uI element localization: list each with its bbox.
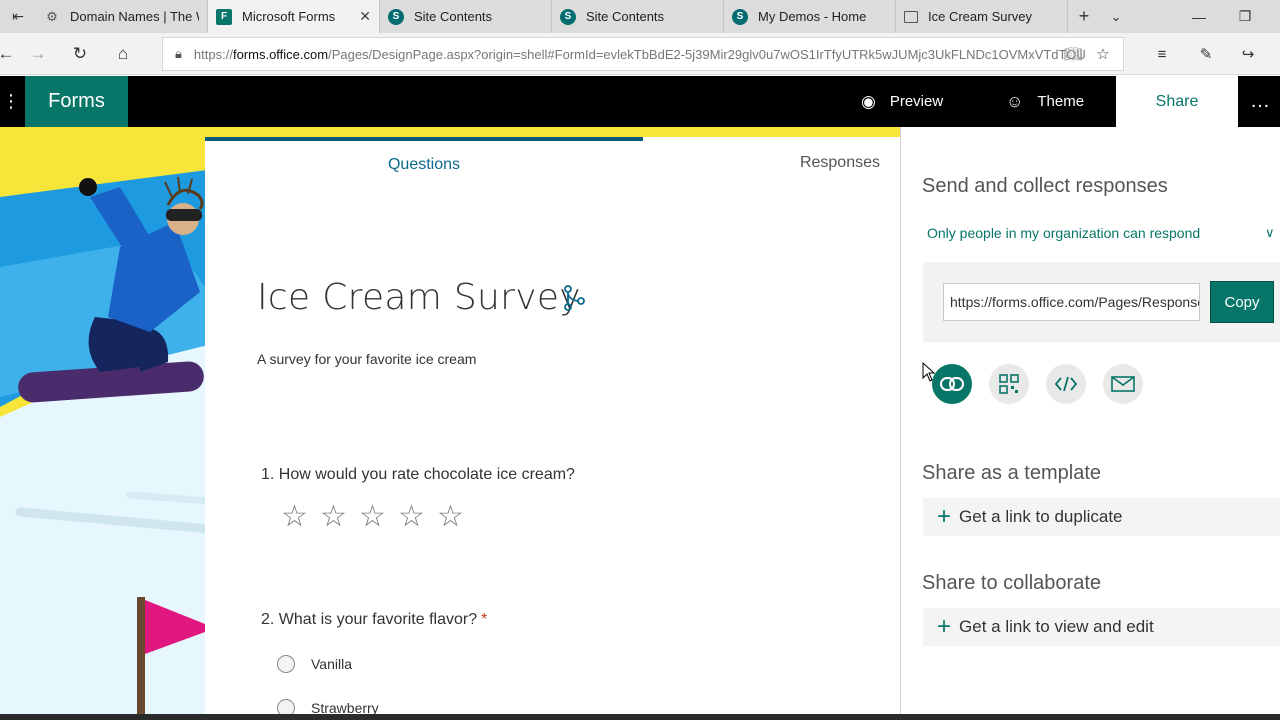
taskbar-strip xyxy=(0,714,1280,720)
share-panel: Send and collect responses Only people i… xyxy=(900,127,1280,720)
url-field[interactable]: 🔒︎ https://forms.office.com/Pages/Design… xyxy=(162,37,1124,71)
sharepoint-icon: S xyxy=(388,8,404,25)
browser-tab-bar: ⇤ ⚙ Domain Names | The W F Microsoft For… xyxy=(0,0,1280,33)
share-browser-icon[interactable]: ↪ xyxy=(1235,41,1261,67)
forward-icon[interactable]: → xyxy=(22,39,54,69)
chevron-down-icon[interactable]: ∨ xyxy=(1265,225,1275,241)
qr-code-icon[interactable] xyxy=(989,364,1029,404)
form-description[interactable]: A survey for your favorite ice cream xyxy=(257,351,476,367)
tab-label: Domain Names | The W xyxy=(70,9,199,24)
minimize-icon[interactable]: — xyxy=(1176,0,1222,33)
radio-button[interactable] xyxy=(277,655,295,673)
forms-brand[interactable]: Forms xyxy=(25,76,128,127)
branching-icon[interactable] xyxy=(562,285,586,311)
star-icon[interactable]: ☆ xyxy=(359,502,398,532)
plus-icon: + xyxy=(937,503,952,530)
favorites-hub-icon[interactable]: ≡ xyxy=(1149,41,1175,67)
duplicate-link-label: Get a link to duplicate xyxy=(959,507,1123,526)
tab-label: Ice Cream Survey xyxy=(928,9,1033,24)
tab-label: Site Contents xyxy=(586,9,665,24)
theme-label: Theme xyxy=(1037,93,1085,110)
star-icon[interactable]: ☆ xyxy=(398,502,437,532)
address-bar: ← → ↻ ⌂ 🔒︎ https://forms.office.com/Page… xyxy=(0,33,1280,75)
more-options-icon[interactable]: … xyxy=(1240,76,1280,127)
tab-responses[interactable]: Responses xyxy=(643,137,900,188)
tab-label: My Demos - Home xyxy=(758,9,867,24)
tab-label: Site Contents xyxy=(414,9,493,24)
reading-view-icon[interactable]: 📖︎ xyxy=(1060,41,1086,67)
palette-icon: ☺ xyxy=(1006,91,1024,111)
star-icon[interactable]: ☆ xyxy=(281,502,320,532)
restore-icon[interactable]: ❐ xyxy=(1222,0,1268,33)
choice-label: Vanilla xyxy=(311,656,352,672)
browser-tab-active[interactable]: F Microsoft Forms ✕ xyxy=(208,0,380,33)
email-icon[interactable] xyxy=(1103,364,1143,404)
link-icon[interactable] xyxy=(932,364,972,404)
send-collect-heading: Send and collect responses xyxy=(922,175,1168,197)
lightbulb-icon: ⚙ xyxy=(46,8,58,24)
tab-label: Microsoft Forms xyxy=(242,9,336,24)
question-1[interactable]: 1. How would you rate chocolate ice crea… xyxy=(261,466,575,484)
link-area: https://forms.office.com/Pages/ResponseP… xyxy=(923,262,1280,342)
form-card: Questions Responses Ice Cream Survey A s… xyxy=(205,137,900,720)
set-aside-tabs-icon[interactable]: ⇤ xyxy=(0,0,36,33)
collaborate-heading: Share to collaborate xyxy=(922,572,1102,594)
edit-link-label: Get a link to view and edit xyxy=(959,617,1154,636)
new-tab-icon[interactable]: + xyxy=(1068,0,1100,33)
close-tab-icon[interactable]: ✕ xyxy=(359,8,371,25)
url-domain: forms.office.com xyxy=(232,46,329,62)
tab-questions[interactable]: Questions xyxy=(205,137,643,188)
theme-button[interactable]: ☺ Theme xyxy=(1006,76,1084,127)
copy-button[interactable]: Copy xyxy=(1210,281,1274,323)
browser-tab[interactable]: S Site Contents xyxy=(380,0,552,33)
choice-option[interactable]: Vanilla xyxy=(277,655,352,673)
response-link-field[interactable]: https://forms.office.com/Pages/ResponseP… xyxy=(943,283,1200,321)
url-path: /Pages/DesignPage.aspx?origin=shell#Form… xyxy=(328,46,1086,62)
eye-icon: ◉ xyxy=(861,91,876,111)
browser-tab[interactable]: S Site Contents xyxy=(552,0,724,33)
star-icon[interactable]: ☆ xyxy=(320,502,359,532)
template-heading: Share as a template xyxy=(922,462,1101,484)
forms-header: ⋮ Forms ◉ Preview ☺ Theme xyxy=(0,76,1280,127)
audience-dropdown[interactable]: Only people in my organization can respo… xyxy=(927,225,1200,241)
rating-stars: ☆ ☆ ☆ ☆ ☆ xyxy=(281,502,476,532)
share-button[interactable]: Share xyxy=(1116,76,1238,127)
sharepoint-icon: S xyxy=(732,8,748,25)
forms-icon: F xyxy=(216,8,232,25)
favorite-star-icon[interactable]: ☆ xyxy=(1090,41,1116,67)
lock-icon: 🔒︎ xyxy=(175,46,182,61)
embed-code-icon[interactable] xyxy=(1046,364,1086,404)
browser-tab[interactable]: Ice Cream Survey xyxy=(896,0,1068,33)
required-marker: * xyxy=(481,611,488,628)
plus-icon: + xyxy=(937,613,952,640)
refresh-icon[interactable]: ↻ xyxy=(64,39,96,69)
chevron-down-icon[interactable]: ⌄ xyxy=(1100,0,1132,33)
question-2[interactable]: 2. What is your favorite flavor? * xyxy=(261,611,487,629)
home-icon[interactable]: ⌂ xyxy=(107,39,139,69)
browser-tab[interactable]: ⚙ Domain Names | The W xyxy=(36,0,208,33)
url-prefix: https:// xyxy=(193,46,233,62)
app-launcher-icon[interactable]: ⋮ xyxy=(0,76,22,127)
window-icon xyxy=(904,10,918,23)
mouse-cursor-icon xyxy=(922,362,936,382)
sharepoint-icon: S xyxy=(560,8,576,25)
form-title[interactable]: Ice Cream Survey xyxy=(257,277,581,318)
star-icon[interactable]: ☆ xyxy=(437,502,476,532)
browser-tab[interactable]: S My Demos - Home xyxy=(724,0,896,33)
preview-label: Preview xyxy=(889,93,944,110)
preview-button[interactable]: ◉ Preview xyxy=(861,76,943,127)
back-icon[interactable]: ← xyxy=(0,39,22,69)
question-2-text: 2. What is your favorite flavor? xyxy=(261,611,478,628)
pen-icon[interactable]: ✎ xyxy=(1193,41,1219,67)
get-edit-link-button[interactable]: + Get a link to view and edit xyxy=(923,608,1280,646)
get-duplicate-link-button[interactable]: + Get a link to duplicate xyxy=(923,498,1280,536)
